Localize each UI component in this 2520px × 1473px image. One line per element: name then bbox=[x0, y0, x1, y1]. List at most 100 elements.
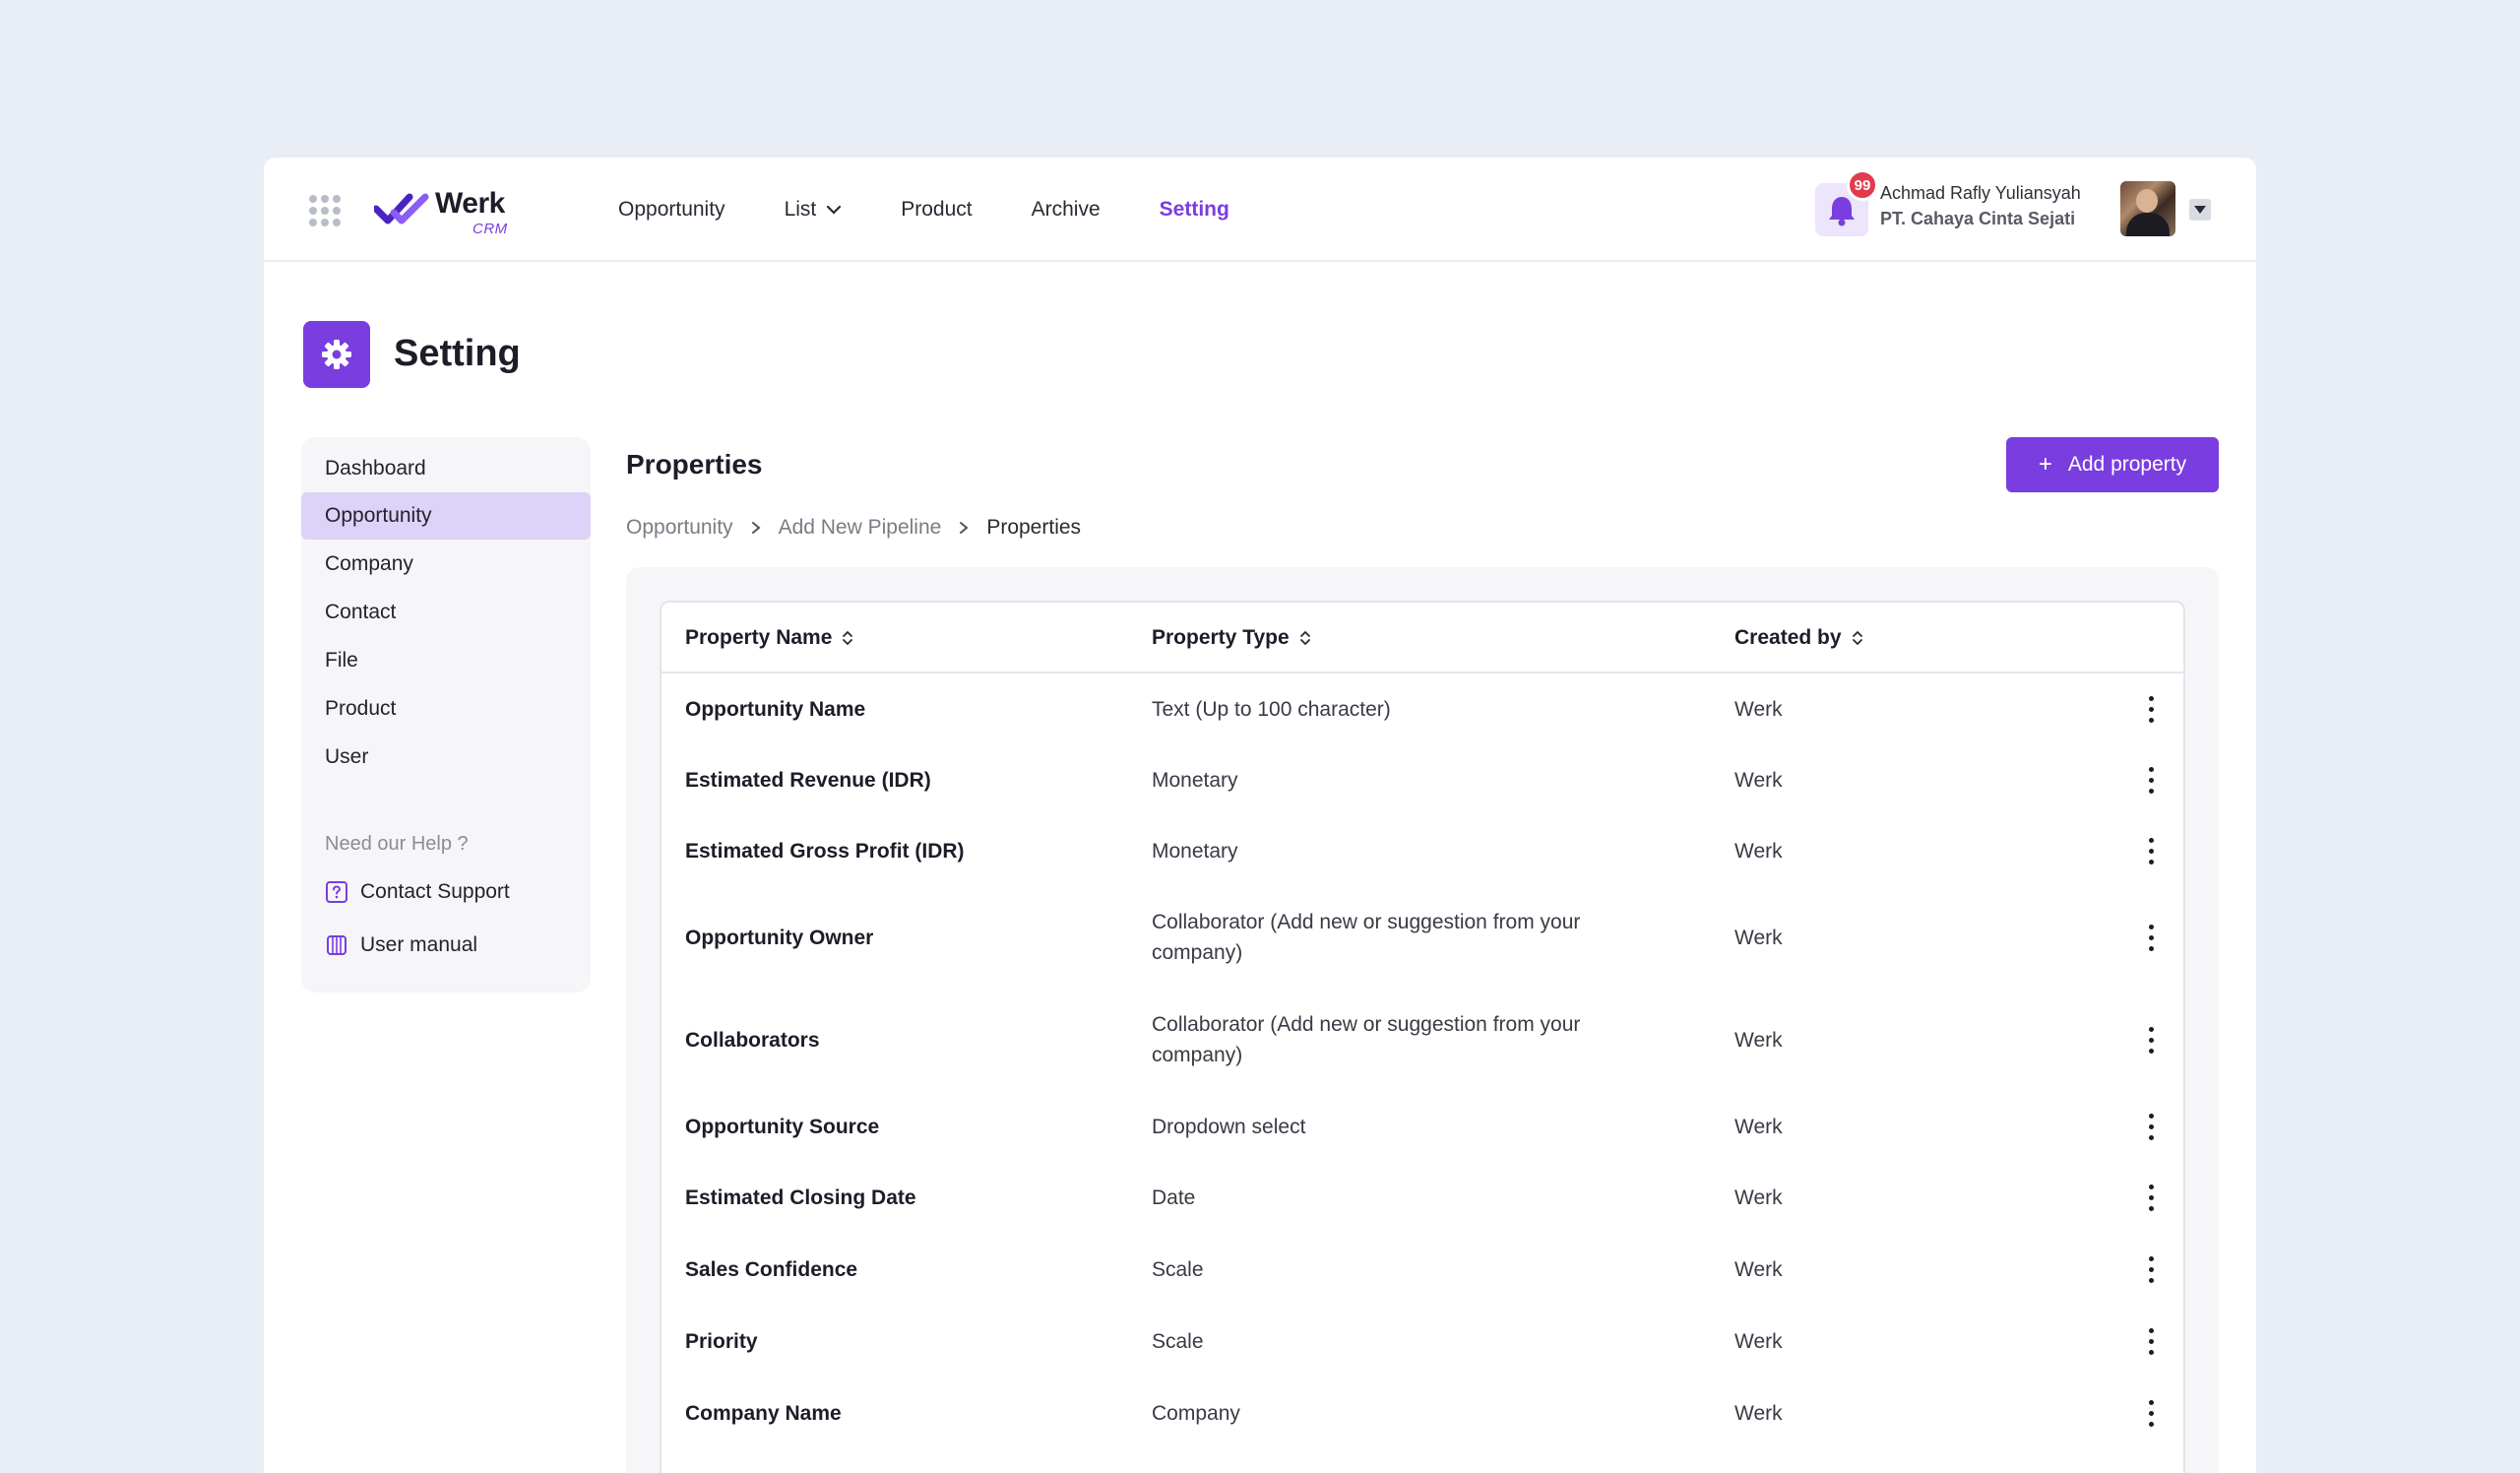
property-name: Opportunity Name bbox=[685, 697, 866, 721]
property-type: Company bbox=[1152, 1401, 1240, 1425]
table-row: Estimated Closing Date Date Werk bbox=[662, 1162, 2183, 1233]
app-logo[interactable]: Werk CRM bbox=[374, 185, 522, 240]
property-type: Date bbox=[1152, 1185, 1196, 1209]
property-name: Company Name bbox=[685, 1401, 842, 1425]
table-row: Collaborators Collaborator (Add new or s… bbox=[662, 989, 2183, 1091]
breadcrumb-opportunity[interactable]: Opportunity bbox=[626, 516, 733, 540]
column-header-label: Property Type bbox=[1152, 626, 1290, 649]
settings-sidebar: Dashboard Opportunity Company Contact Fi… bbox=[301, 437, 591, 993]
chevron-down-icon bbox=[827, 205, 842, 215]
row-more-options-icon[interactable] bbox=[2136, 673, 2166, 744]
apps-grid-icon[interactable] bbox=[309, 195, 341, 226]
bell-icon bbox=[1829, 197, 1855, 226]
user-manual-link[interactable]: User manual bbox=[325, 929, 477, 961]
column-header-created-by[interactable]: Created by bbox=[1734, 603, 1863, 673]
property-name: Estimated Revenue (IDR) bbox=[685, 768, 931, 792]
user-company: PT. Cahaya Cinta Sejati bbox=[1880, 209, 2076, 228]
properties-panel: Property Name Property Type Created by O… bbox=[626, 567, 2219, 1473]
nav-label: Setting bbox=[1159, 198, 1229, 221]
app-window: Werk CRM Opportunity List Product Archiv… bbox=[264, 158, 2256, 1473]
question-icon bbox=[326, 881, 347, 903]
property-created-by: Werk bbox=[1734, 839, 1783, 863]
sidebar-item-user[interactable]: User bbox=[301, 734, 591, 781]
nav-setting[interactable]: Setting bbox=[1160, 198, 1229, 222]
table-row: Estimated Gross Profit (IDR) Monetary We… bbox=[662, 815, 2183, 886]
user-name: Achmad Rafly Yuliansyah bbox=[1880, 183, 2081, 203]
main-nav: Opportunity List Product Archive Setting bbox=[618, 158, 1289, 262]
property-type: Collaborator (Add new or suggestion from… bbox=[1152, 1013, 1581, 1066]
property-type: Collaborator (Add new or suggestion from… bbox=[1152, 911, 1581, 964]
property-created-by: Werk bbox=[1734, 1028, 1783, 1052]
property-name: Opportunity Owner bbox=[685, 926, 874, 949]
row-more-options-icon[interactable] bbox=[2136, 1162, 2166, 1233]
property-type: Monetary bbox=[1152, 839, 1238, 863]
column-header-label: Created by bbox=[1734, 626, 1842, 649]
row-more-options-icon[interactable] bbox=[2136, 744, 2166, 815]
add-property-button[interactable]: + Add property bbox=[2006, 437, 2219, 492]
sidebar-item-product[interactable]: Product bbox=[301, 685, 591, 733]
property-type: Text (Up to 100 character) bbox=[1152, 697, 1391, 721]
contact-support-link[interactable]: Contact Support bbox=[325, 876, 510, 908]
nav-label: List bbox=[784, 198, 817, 221]
properties-table: Property Name Property Type Created by O… bbox=[660, 601, 2185, 1473]
property-created-by: Werk bbox=[1734, 926, 1783, 949]
top-navigation-bar: Werk CRM Opportunity List Product Archiv… bbox=[264, 158, 2256, 262]
sort-icon bbox=[1299, 631, 1310, 645]
help-item-label: User manual bbox=[360, 933, 478, 956]
table-row: Opportunity Name Text (Up to 100 charact… bbox=[662, 673, 2183, 744]
property-created-by: Werk bbox=[1734, 697, 1783, 721]
property-created-by: Werk bbox=[1734, 768, 1783, 792]
row-more-options-icon[interactable] bbox=[2136, 1233, 2166, 1306]
column-header-property-name[interactable]: Property Name bbox=[685, 603, 853, 673]
property-name: Sales Confidence bbox=[685, 1257, 858, 1281]
sidebar-item-company[interactable]: Company bbox=[301, 541, 591, 588]
nav-opportunity[interactable]: Opportunity bbox=[618, 198, 725, 222]
nav-label: Product bbox=[901, 198, 973, 221]
table-row: Opportunity Owner Collaborator (Add new … bbox=[662, 886, 2183, 989]
table-header: Property Name Property Type Created by bbox=[662, 603, 2183, 673]
page-icon bbox=[303, 321, 370, 388]
nav-archive[interactable]: Archive bbox=[1032, 198, 1101, 222]
breadcrumb-add-new-pipeline[interactable]: Add New Pipeline bbox=[779, 516, 942, 540]
property-created-by: Werk bbox=[1734, 1257, 1783, 1281]
row-more-options-icon[interactable] bbox=[2136, 815, 2166, 886]
user-menu-toggle[interactable] bbox=[2189, 199, 2211, 221]
chevron-right-icon bbox=[751, 522, 761, 534]
property-name: Opportunity Source bbox=[685, 1115, 880, 1138]
nav-product[interactable]: Product bbox=[901, 198, 972, 222]
row-more-options-icon[interactable] bbox=[2136, 989, 2166, 1091]
sidebar-item-opportunity[interactable]: Opportunity bbox=[301, 492, 591, 540]
nav-list-dropdown[interactable]: List bbox=[785, 198, 843, 222]
sidebar-item-file[interactable]: File bbox=[301, 637, 591, 684]
breadcrumb: Opportunity Add New Pipeline Properties bbox=[626, 516, 1081, 540]
property-type: Scale bbox=[1152, 1329, 1204, 1353]
column-header-label: Property Name bbox=[685, 626, 833, 649]
property-created-by: Werk bbox=[1734, 1401, 1783, 1425]
sidebar-item-contact[interactable]: Contact bbox=[301, 589, 591, 636]
property-type: Dropdown select bbox=[1152, 1115, 1306, 1138]
property-type: Scale bbox=[1152, 1257, 1204, 1281]
breadcrumb-properties: Properties bbox=[986, 516, 1082, 539]
row-more-options-icon[interactable] bbox=[2136, 1091, 2166, 1162]
werk-checkmark-icon bbox=[374, 193, 429, 224]
help-section-label: Need our Help ? bbox=[325, 833, 469, 855]
chevron-right-icon bbox=[960, 522, 969, 534]
table-row: Estimated Revenue (IDR) Monetary Werk bbox=[662, 744, 2183, 815]
property-created-by: Werk bbox=[1734, 1115, 1783, 1138]
sidebar-item-dashboard[interactable]: Dashboard bbox=[301, 445, 591, 492]
sort-icon bbox=[1852, 631, 1862, 645]
row-more-options-icon[interactable] bbox=[2136, 886, 2166, 989]
table-row: Opportunity Source Dropdown select Werk bbox=[662, 1091, 2183, 1162]
page-title: Setting bbox=[394, 333, 521, 374]
table-row: Company Name Company Werk bbox=[662, 1377, 2183, 1449]
property-created-by: Werk bbox=[1734, 1185, 1783, 1209]
property-type: Monetary bbox=[1152, 768, 1238, 792]
column-header-property-type[interactable]: Property Type bbox=[1152, 603, 1311, 673]
plus-icon: + bbox=[2038, 451, 2052, 478]
row-more-options-icon[interactable] bbox=[2136, 1377, 2166, 1449]
logo-name: Werk bbox=[435, 187, 505, 220]
row-more-options-icon[interactable] bbox=[2136, 1306, 2166, 1377]
property-name: Priority bbox=[685, 1329, 758, 1353]
logo-subtitle: CRM bbox=[472, 221, 508, 237]
avatar[interactable] bbox=[2120, 181, 2175, 236]
